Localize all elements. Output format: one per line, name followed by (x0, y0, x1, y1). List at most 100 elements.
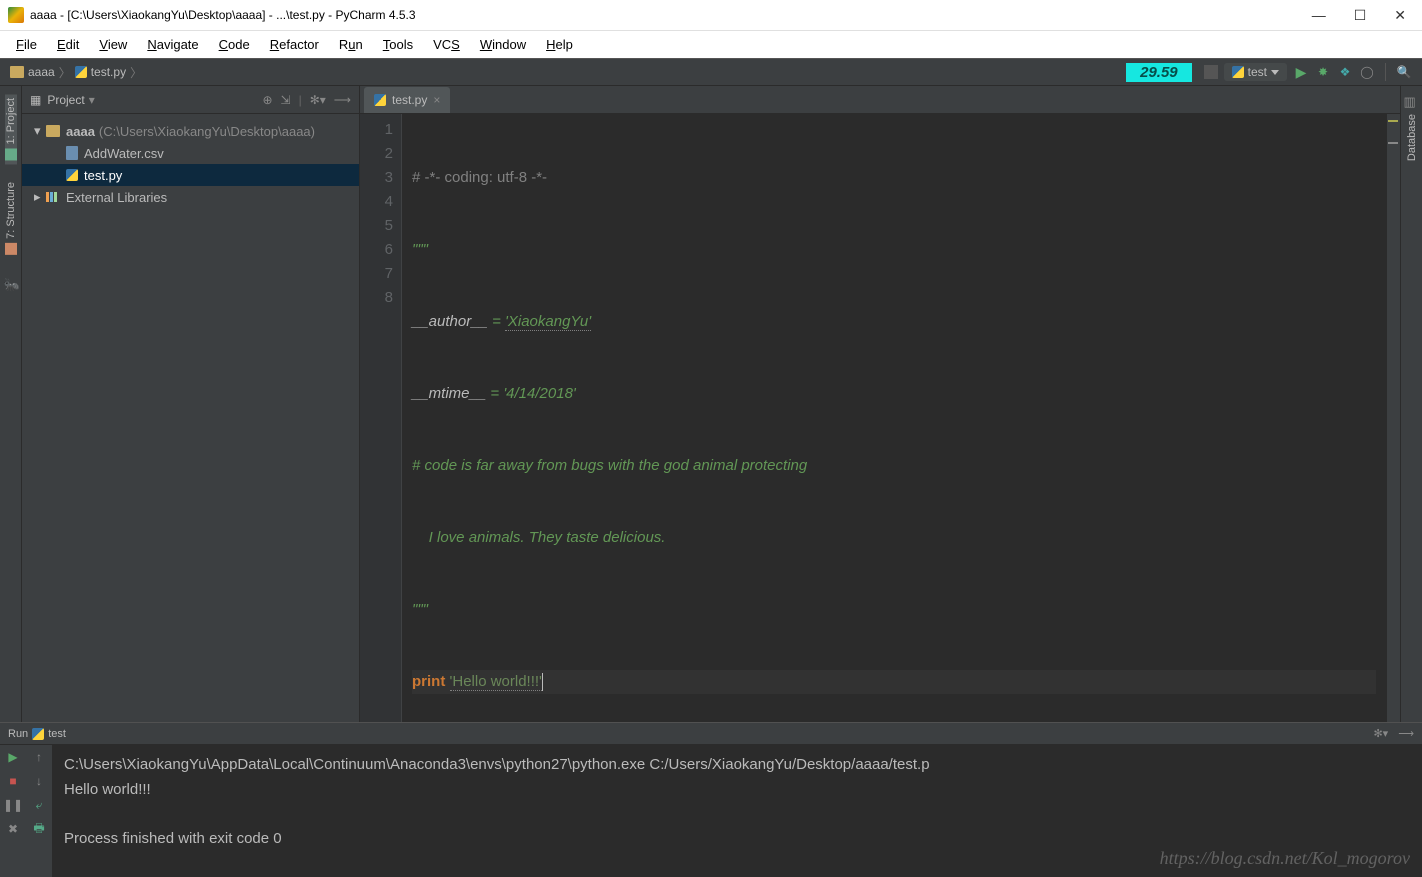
project-panel-header: ▦ Project ▾ ⊕ ⇲ | ✻▾ ⟶ (22, 86, 359, 114)
file-icon (66, 146, 78, 160)
collapse-icon[interactable]: ⇲ (281, 93, 291, 107)
window-title: aaaa - [C:\Users\XiaokangYu\Desktop\aaaa… (30, 8, 416, 22)
run-body: ▶ ■ ❚❚ ✖ ↑ ↓ ⤶ 🖶 C:\Users\XiaokangYu\App… (0, 745, 1422, 877)
file-name: AddWater.csv (84, 146, 164, 161)
rerun-button[interactable]: ▶ (5, 749, 21, 765)
external-libraries-row[interactable]: External Libraries (22, 186, 359, 208)
window-controls: — ☐ ✕ (1312, 7, 1414, 24)
run-config-selector[interactable]: test (1224, 63, 1287, 81)
file-row-csv[interactable]: AddWater.csv (22, 142, 359, 164)
close-button[interactable]: ✖ (5, 821, 21, 837)
python-file-icon (374, 94, 386, 106)
expand-arrow-icon[interactable] (34, 123, 44, 139)
tool-project[interactable]: 1: Project (5, 94, 17, 164)
hide-icon[interactable]: ⟶ (334, 93, 351, 107)
project-root-name: aaaa (66, 124, 95, 139)
project-root-path: (C:\Users\XiaokangYu\Desktop\aaaa) (99, 124, 315, 139)
menu-refactor[interactable]: Refactor (260, 33, 329, 56)
editor-area: test.py × 12345678 # -*- coding: utf-8 -… (360, 86, 1400, 722)
console-output[interactable]: C:\Users\XiaokangYu\AppData\Local\Contin… (52, 745, 1422, 877)
breadcrumb-root[interactable]: aaaa (28, 65, 55, 79)
menu-run[interactable]: Run (329, 33, 373, 56)
info-marker[interactable] (1388, 142, 1398, 144)
file-name: test.py (84, 168, 122, 183)
left-tool-strip: 1: Project 7: Structure 🐜 (0, 86, 22, 722)
editor-tabs: test.py × (360, 86, 1400, 114)
python-file-icon (75, 66, 87, 78)
line-gutter: 12345678 (360, 114, 402, 722)
run-panel-tools: ✻▾ ⟶ (1373, 727, 1414, 740)
warning-marker[interactable] (1388, 120, 1398, 122)
hide-icon[interactable]: ⟶ (1398, 727, 1414, 740)
tool-database[interactable]: Database (1406, 110, 1418, 165)
file-row-py[interactable]: test.py (22, 164, 359, 186)
python-file-icon (66, 169, 78, 181)
pycharm-icon (8, 7, 24, 23)
editor-tab[interactable]: test.py × (364, 87, 450, 113)
locate-icon[interactable]: ⊕ (262, 93, 272, 107)
stop-button[interactable]: ■ (5, 773, 21, 789)
external-libraries-label: External Libraries (66, 190, 167, 205)
run-tab-label[interactable]: Run (8, 728, 28, 740)
project-tree: aaaa (C:\Users\XiaokangYu\Desktop\aaaa) … (22, 114, 359, 214)
project-root-row[interactable]: aaaa (C:\Users\XiaokangYu\Desktop\aaaa) (22, 120, 359, 142)
search-button[interactable]: 🔍 (1396, 64, 1412, 80)
menu-window[interactable]: Window (470, 33, 536, 56)
menu-view[interactable]: View (89, 33, 137, 56)
run-toolbar-left-1: ▶ ■ ❚❚ ✖ (0, 745, 26, 877)
wrap-button[interactable]: ⤶ (31, 797, 47, 813)
menu-vcs[interactable]: VCS (423, 33, 470, 56)
time-display: 29.59 (1126, 63, 1192, 82)
run-button[interactable]: ▶ (1293, 64, 1309, 80)
db-icon[interactable]: ▥ (1404, 94, 1420, 110)
debug-button[interactable]: ✸ (1315, 64, 1331, 80)
main-area: 1: Project 7: Structure 🐜 ▦ Project ▾ ⊕ … (0, 86, 1422, 722)
tool-structure[interactable]: 7: Structure (5, 178, 17, 259)
breadcrumb-file[interactable]: test.py (75, 65, 126, 79)
gear-icon[interactable]: ✻▾ (1373, 727, 1388, 740)
menu-bar: File Edit View Navigate Code Refactor Ru… (0, 30, 1422, 58)
menu-code[interactable]: Code (209, 33, 260, 56)
menu-navigate[interactable]: Navigate (137, 33, 208, 56)
coverage-button[interactable]: ❖ (1337, 64, 1353, 80)
menu-help[interactable]: Help (536, 33, 583, 56)
ant-icon[interactable]: 🐜 (4, 277, 18, 291)
gear-icon[interactable]: ✻▾ (310, 93, 326, 107)
run-toolbar-left-2: ↑ ↓ ⤶ 🖶 (26, 745, 52, 877)
down-button[interactable]: ↓ (31, 773, 47, 789)
caret (542, 673, 543, 691)
folder-icon (10, 66, 24, 78)
editor-marker-strip[interactable] (1386, 114, 1400, 722)
close-icon[interactable]: × (433, 93, 440, 107)
menu-file[interactable]: File (6, 33, 47, 56)
project-panel-title: Project (47, 93, 84, 107)
library-icon (46, 192, 60, 202)
project-panel-tools: ⊕ ⇲ | ✻▾ ⟶ (262, 93, 351, 107)
right-tool-strip: ▥ Database (1400, 86, 1422, 722)
divider-icon (1204, 65, 1218, 79)
code-content[interactable]: # -*- coding: utf-8 -*- """ __author__ =… (402, 114, 1386, 722)
menu-tools[interactable]: Tools (373, 33, 423, 56)
breadcrumb-separator: 〉 (59, 64, 71, 81)
stop-button[interactable]: ◯ (1359, 64, 1375, 80)
close-button[interactable]: ✕ (1394, 7, 1406, 24)
breadcrumb-separator: 〉 (130, 64, 142, 81)
run-panel-header: Run test ✻▾ ⟶ (0, 723, 1422, 745)
editor-body[interactable]: 12345678 # -*- coding: utf-8 -*- """ __a… (360, 114, 1400, 722)
chevron-down-icon[interactable]: ▾ (89, 93, 95, 107)
project-view-icon: ▦ (30, 93, 41, 107)
maximize-button[interactable]: ☐ (1354, 7, 1367, 24)
up-button[interactable]: ↑ (31, 749, 47, 765)
run-panel: Run test ✻▾ ⟶ ▶ ■ ❚❚ ✖ ↑ ↓ ⤶ 🖶 C:\Users\… (0, 722, 1422, 877)
menu-edit[interactable]: Edit (47, 33, 89, 56)
run-config-label: test (1248, 65, 1267, 79)
title-bar: aaaa - [C:\Users\XiaokangYu\Desktop\aaaa… (0, 0, 1422, 30)
separator: | (299, 93, 302, 107)
run-tab-name[interactable]: test (48, 728, 66, 740)
minimize-button[interactable]: — (1312, 7, 1326, 23)
pause-button[interactable]: ❚❚ (5, 797, 21, 813)
print-button[interactable]: 🖶 (31, 821, 47, 837)
python-icon (1232, 66, 1244, 78)
project-panel: ▦ Project ▾ ⊕ ⇲ | ✻▾ ⟶ aaaa (C:\Users\Xi… (22, 86, 360, 722)
expand-arrow-icon[interactable] (34, 189, 44, 205)
